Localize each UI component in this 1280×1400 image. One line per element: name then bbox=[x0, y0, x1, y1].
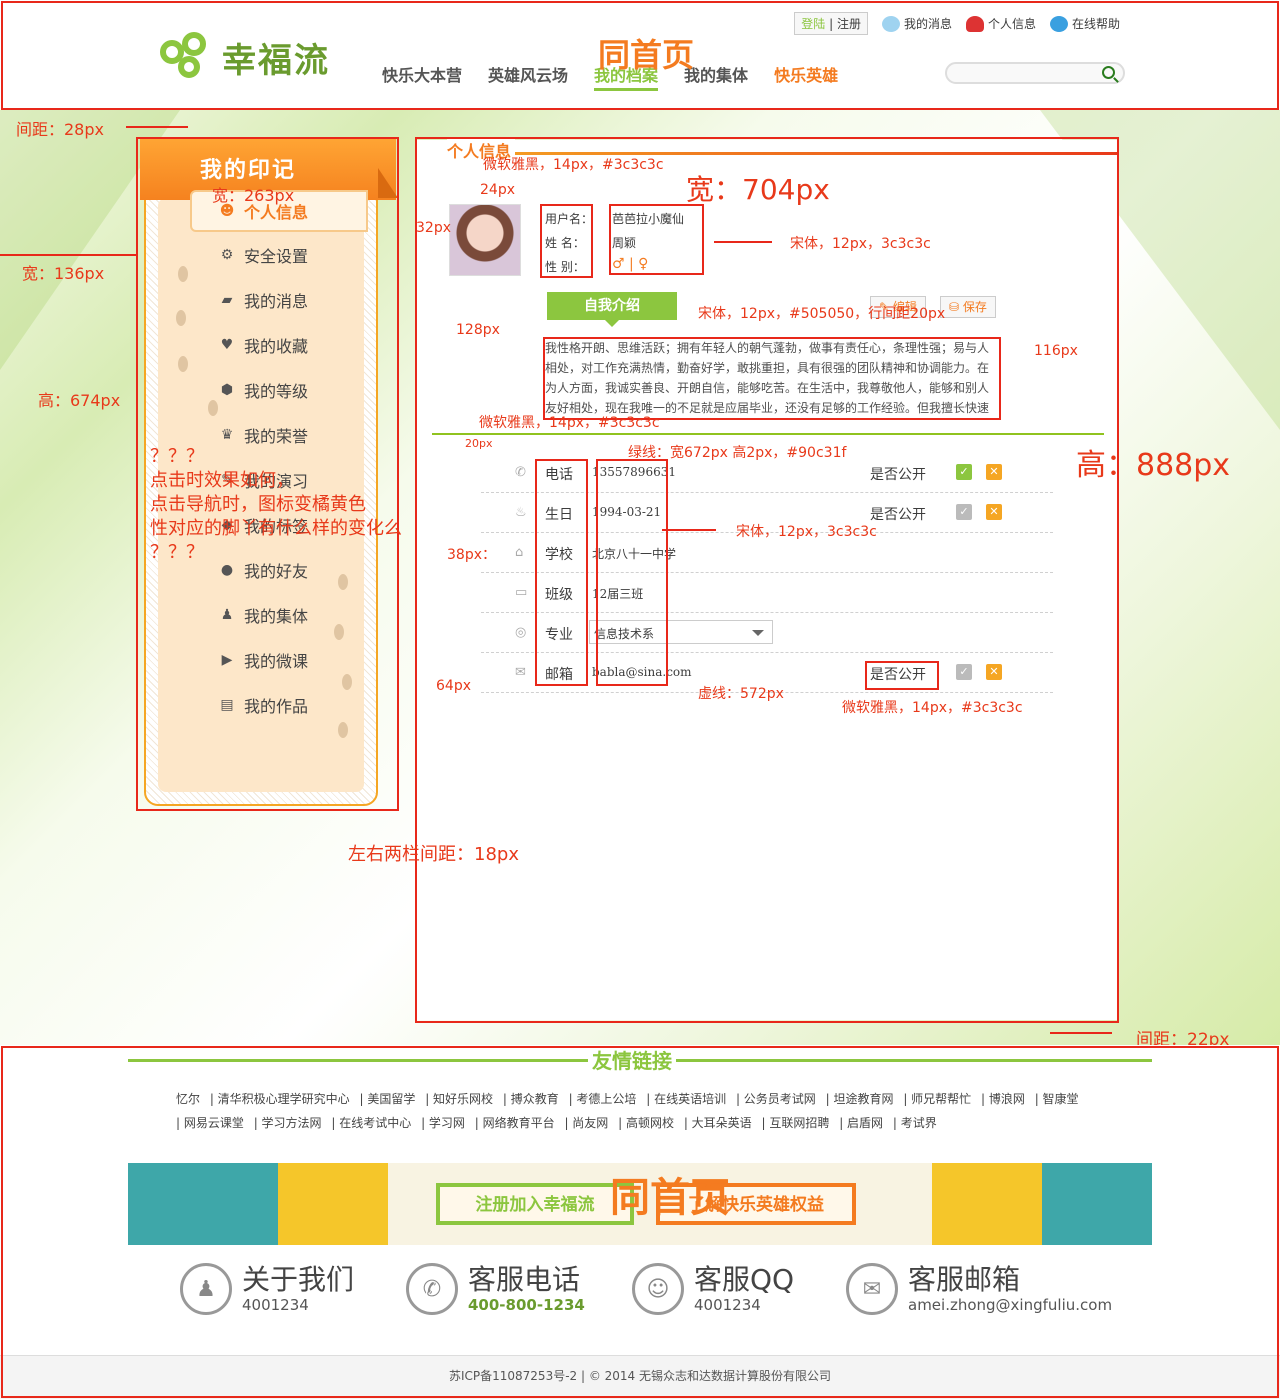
annotation-text: ？？？ bbox=[150, 446, 204, 467]
annotation-arrow bbox=[714, 241, 772, 243]
annotation-text: 微软雅黑，14px，#3c3c3c bbox=[842, 700, 1023, 716]
annotation-text: 宋体，12px，3c3c3c bbox=[790, 236, 931, 252]
annotation-text: 宋体，12px，#505050，行间距20px bbox=[698, 306, 946, 322]
annotation-text: 虚线：572px bbox=[698, 686, 784, 702]
annotation-text: 116px bbox=[1034, 343, 1078, 359]
annotation-box bbox=[1, 1046, 1279, 1398]
annotation-text: 宽：136px bbox=[22, 264, 105, 283]
annotation-text: 128px bbox=[456, 322, 500, 338]
annotation-text: 宽：263px bbox=[212, 186, 295, 205]
annotation-box bbox=[543, 337, 1001, 420]
annotation-text: 32px bbox=[416, 220, 451, 236]
annotation-text: ？？？ bbox=[150, 542, 204, 563]
annotation-text: 宋体，12px，3c3c3c bbox=[736, 524, 877, 540]
annotation-text: 微软雅黑，14px，#3c3c3c bbox=[483, 157, 664, 173]
annotation-text: 高：888px bbox=[1076, 448, 1231, 483]
annotation-box bbox=[415, 137, 1119, 1023]
annotation-text: 点击导航时，图标变橘黄色 bbox=[150, 494, 366, 515]
annotation-arrow bbox=[126, 126, 188, 128]
annotation-box bbox=[865, 661, 939, 690]
annotation-text: 高：674px bbox=[38, 391, 121, 410]
annotation-box bbox=[1, 1, 1279, 110]
annotation-text: 20px bbox=[465, 437, 493, 450]
annotation-text: 64px bbox=[436, 678, 471, 694]
annotation-box bbox=[540, 204, 593, 278]
annotation-text: 宽：704px bbox=[686, 173, 830, 206]
annotation-text: 绿线：宽672px 高2px，#90c31f bbox=[628, 445, 847, 461]
annotation-text: 间距：28px bbox=[16, 120, 104, 139]
annotation-box bbox=[596, 459, 668, 686]
annotation-text: 性对应的脚丫有什么样的变化么 bbox=[150, 518, 402, 539]
annotation-text: 24px bbox=[480, 182, 515, 198]
annotation-box bbox=[535, 459, 588, 686]
annotation-arrow bbox=[0, 254, 136, 256]
annotation-arrow bbox=[662, 529, 716, 531]
annotation-arrow bbox=[1050, 1032, 1112, 1034]
annotation-text: 点击时效果如何， bbox=[150, 470, 294, 491]
annotation-text: 左右两栏间距：18px bbox=[348, 844, 519, 865]
annotation-text: 微软雅黑，14px，#3c3c3c bbox=[479, 415, 660, 431]
annotation-text: 38px： bbox=[447, 547, 496, 563]
annotation-box bbox=[609, 204, 704, 275]
